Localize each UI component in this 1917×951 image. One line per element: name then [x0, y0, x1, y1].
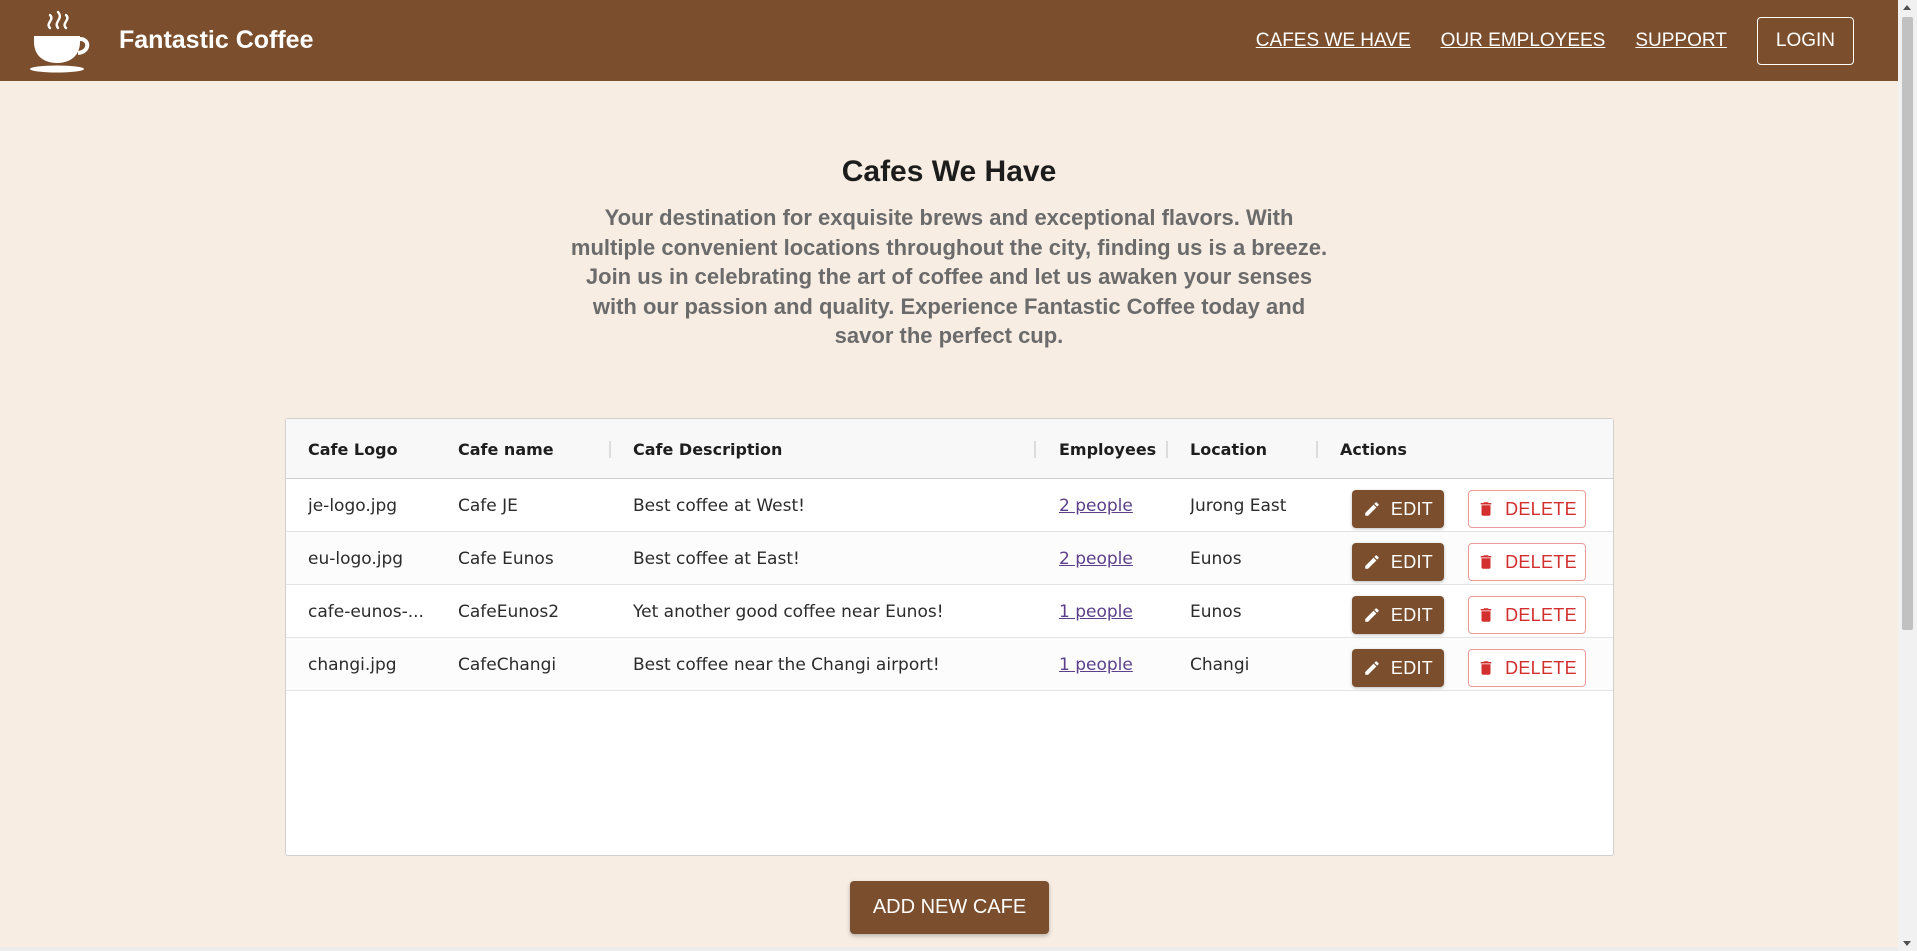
- delete-label: DELETE: [1505, 604, 1577, 625]
- edit-label: EDIT: [1390, 551, 1434, 572]
- add-new-cafe-button[interactable]: ADD NEW CAFE: [850, 881, 1049, 934]
- pencil-icon: [1365, 555, 1379, 569]
- trash-icon: [1480, 661, 1492, 675]
- trash-icon: [1480, 502, 1492, 516]
- table-row[interactable]: changi.jpg CafeChangi Best coffee near t…: [286, 638, 1613, 691]
- scrollbar-thumb[interactable]: [1902, 17, 1913, 630]
- cell-logo: changi.jpg: [308, 654, 397, 675]
- table-row[interactable]: je-logo.jpg Cafe JE Best coffee at West!…: [286, 479, 1613, 532]
- employees-link[interactable]: 1 people: [1059, 602, 1133, 622]
- cell-name: CafeEunos2: [458, 601, 560, 622]
- cell-description: Best coffee at East!: [633, 548, 800, 569]
- edit-button[interactable]: EDIT: [1352, 543, 1444, 581]
- edit-label: EDIT: [1390, 604, 1434, 625]
- employees-link[interactable]: 2 people: [1059, 496, 1133, 516]
- delete-button[interactable]: DELETE: [1468, 490, 1586, 528]
- nav-our-employees[interactable]: OUR EMPLOYEES: [1441, 30, 1606, 52]
- trash-icon: [1480, 555, 1492, 569]
- table-row[interactable]: cafe-eunos-... CafeEunos2 Yet another go…: [286, 585, 1613, 638]
- delete-button[interactable]: DELETE: [1468, 543, 1586, 581]
- cell-description: Best coffee near the Changi airport!: [633, 654, 940, 675]
- employees-link[interactable]: 2 people: [1059, 549, 1133, 569]
- delete-label: DELETE: [1505, 551, 1577, 572]
- nav-cafes-we-have[interactable]: CAFES WE HAVE: [1256, 30, 1411, 52]
- column-resize-handle[interactable]: [1034, 441, 1036, 458]
- nav-support[interactable]: SUPPORT: [1635, 30, 1727, 52]
- scroll-down-arrow-icon[interactable]: [1903, 941, 1911, 946]
- column-header-location[interactable]: Location: [1190, 419, 1267, 479]
- pencil-icon: [1365, 661, 1379, 675]
- table-row[interactable]: eu-logo.jpg Cafe Eunos Best coffee at Ea…: [286, 532, 1613, 585]
- edit-button[interactable]: EDIT: [1352, 490, 1444, 528]
- login-button[interactable]: LOGIN: [1756, 16, 1854, 65]
- cell-logo: eu-logo.jpg: [308, 548, 404, 569]
- top-app-bar: Fantastic Coffee CAFES WE HAVE OUR EMPLO…: [0, 0, 1898, 81]
- edit-button[interactable]: EDIT: [1352, 596, 1444, 634]
- cell-name: Cafe Eunos: [458, 548, 554, 569]
- brand-title: Fantastic Coffee: [119, 26, 314, 54]
- trash-icon: [1480, 608, 1492, 622]
- cell-location: Changi: [1190, 654, 1250, 675]
- cell-description: Yet another good coffee near Eunos!: [633, 601, 944, 622]
- hero-section: Cafes We Have Your destination for exqui…: [0, 155, 1898, 351]
- cell-location: Eunos: [1190, 601, 1242, 622]
- employees-link[interactable]: 1 people: [1059, 655, 1133, 675]
- pencil-icon: [1365, 608, 1379, 622]
- delete-button[interactable]: DELETE: [1468, 649, 1586, 687]
- pencil-icon: [1365, 502, 1379, 516]
- column-header-name[interactable]: Cafe name: [458, 419, 554, 479]
- column-resize-handle[interactable]: [609, 441, 611, 458]
- cell-logo: cafe-eunos-...: [308, 601, 424, 622]
- table-header: Cafe Logo Cafe name Cafe Description Emp…: [286, 419, 1613, 479]
- edit-label: EDIT: [1390, 657, 1434, 678]
- cell-location: Eunos: [1190, 548, 1242, 569]
- cell-location: Jurong East: [1190, 495, 1287, 516]
- cell-name: CafeChangi: [458, 654, 557, 675]
- cell-logo: je-logo.jpg: [308, 495, 398, 516]
- cafes-table: Cafe Logo Cafe name Cafe Description Emp…: [285, 418, 1614, 856]
- column-header-description[interactable]: Cafe Description: [633, 419, 782, 479]
- vertical-scrollbar[interactable]: [1898, 0, 1917, 951]
- column-header-logo[interactable]: Cafe Logo: [308, 419, 398, 479]
- brand[interactable]: Fantastic Coffee: [28, 8, 313, 74]
- column-header-employees[interactable]: Employees: [1059, 419, 1156, 479]
- delete-button[interactable]: DELETE: [1468, 596, 1586, 634]
- main-nav: CAFES WE HAVE OUR EMPLOYEES SUPPORT LOGI…: [1226, 16, 1854, 65]
- coffee-cup-icon: [30, 10, 90, 72]
- column-header-actions[interactable]: Actions: [1340, 419, 1407, 479]
- cell-name: Cafe JE: [458, 495, 518, 516]
- column-resize-handle[interactable]: [1166, 441, 1168, 458]
- page-title: Cafes We Have: [841, 155, 1057, 188]
- page-description: Your destination for exquisite brews and…: [570, 205, 1328, 348]
- edit-button[interactable]: EDIT: [1352, 649, 1444, 687]
- horizontal-scrollbar[interactable]: [0, 947, 1898, 951]
- scroll-up-arrow-icon[interactable]: [1903, 5, 1911, 10]
- cell-description: Best coffee at West!: [633, 495, 805, 516]
- column-resize-handle[interactable]: [1316, 441, 1318, 458]
- edit-label: EDIT: [1390, 498, 1434, 519]
- delete-label: DELETE: [1505, 498, 1577, 519]
- delete-label: DELETE: [1505, 657, 1577, 678]
